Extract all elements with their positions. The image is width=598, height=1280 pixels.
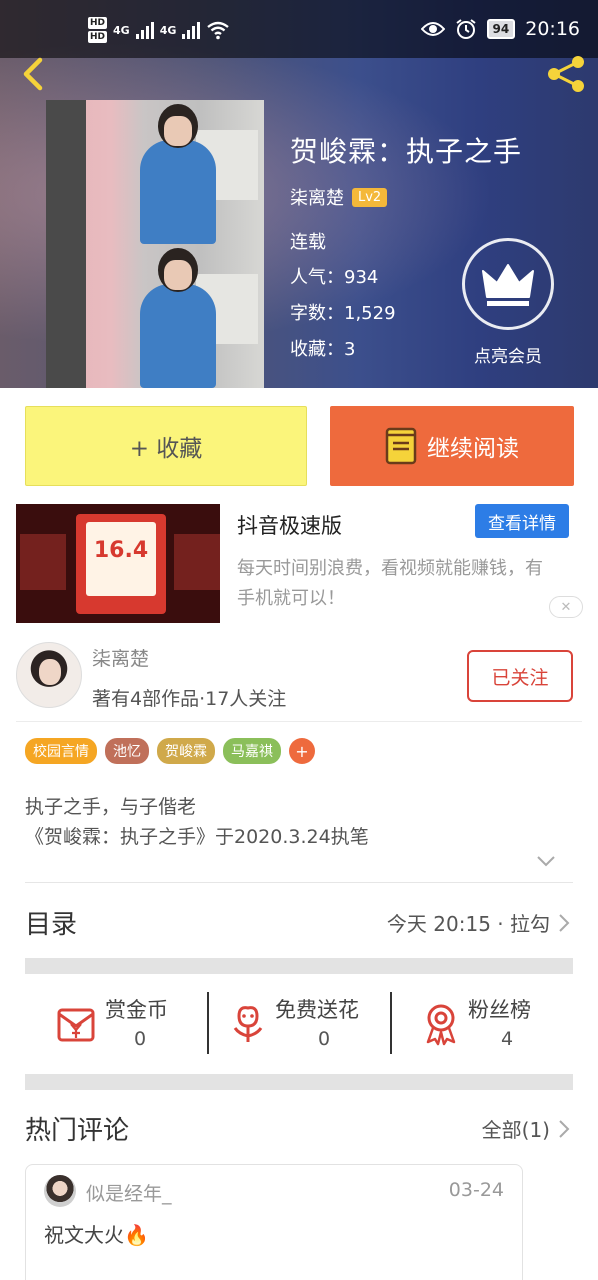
section-separator [25, 958, 573, 974]
alarm-icon [455, 19, 476, 39]
catalog-latest: 今天 20:15 · 拉勾 [386, 912, 550, 936]
book-description: 执子之手，与子偕老 《贺峻霖：执子之手》于2020.3.24执笔 [25, 792, 369, 852]
ad-image-amount: 16.4 [93, 538, 149, 563]
clock: 20:16 [525, 18, 580, 40]
book-author-line: 柒离楚 Lv2 [290, 184, 388, 210]
eye-icon [420, 22, 445, 36]
send-flowers-label: 免费送花 [275, 998, 359, 1022]
medal-icon [426, 1004, 456, 1046]
add-tag-button[interactable]: + [289, 738, 315, 764]
ad-title[interactable]: 抖音极速版 [237, 510, 342, 540]
continue-reading-button[interactable]: 继续阅读 [330, 406, 574, 486]
catalog-latest-link[interactable]: 今天 20:15 · 拉勾 [387, 908, 570, 937]
avatar[interactable] [16, 642, 82, 708]
flower-icon [233, 1006, 263, 1042]
status-right: 94 20:16 [420, 18, 580, 40]
network-indicators: HD HD 4G 4G [88, 16, 230, 44]
book-popularity: 人气：934 [290, 267, 379, 288]
book-author[interactable]: 柒离楚 [290, 184, 344, 210]
book-status: 连载 [290, 232, 326, 253]
wifi-icon [207, 21, 230, 40]
red-envelope-icon [57, 1008, 95, 1042]
hot-comments-title: 热门评论 [25, 1116, 130, 1146]
author-meta: 著有4部作品·17人关注 [92, 688, 287, 710]
reward-coins-value: 0 [133, 1028, 147, 1050]
add-favorite-button[interactable]: + 收藏 [25, 406, 307, 486]
net2-label: 4G [159, 23, 177, 37]
send-flowers-value: 0 [317, 1028, 331, 1050]
follow-button[interactable]: 已关注 [467, 650, 573, 702]
ad-close-button[interactable]: ✕ [549, 596, 583, 618]
comment-text: 祝文大火🔥 [44, 1223, 149, 1247]
vip-crown-button[interactable] [462, 238, 554, 330]
signal-icon-2 [182, 21, 201, 39]
author-level-badge: Lv2 [352, 187, 388, 207]
tag-chip[interactable]: 校园言情 [25, 738, 97, 764]
status-bar: HD HD 4G 4G 94 20:16 [0, 0, 598, 58]
reward-coins-button[interactable]: 赏金币 0 [25, 988, 207, 1054]
hd-indicator: HD HD [88, 16, 108, 44]
tag-chip[interactable]: 马嘉祺 [223, 738, 281, 764]
ad-details-button[interactable]: 查看详情 [475, 504, 569, 538]
chevron-right-icon [559, 913, 570, 932]
crown-icon [482, 264, 534, 306]
book-title: 贺峻霖：执子之手 [290, 135, 523, 168]
catalog-title[interactable]: 目录 [25, 904, 77, 941]
chevron-right-icon [559, 1119, 570, 1138]
send-flowers-button[interactable]: 免费送花 0 [209, 988, 391, 1054]
net1-label: 4G [113, 23, 130, 37]
tag-chip[interactable]: 池忆 [105, 738, 149, 764]
action-row: 赏金币 0 免费送花 0 粉丝榜 4 [25, 988, 573, 1054]
all-comments-link[interactable]: 全部(1) [482, 1114, 570, 1143]
back-chevron-icon[interactable] [18, 56, 48, 92]
hd1-label: HD [88, 17, 108, 29]
comment-card[interactable]: 似是经年_ 03-24 祝文大火🔥 [25, 1164, 523, 1280]
vip-label[interactable]: 点亮会员 [462, 342, 554, 367]
fan-rank-value: 4 [500, 1028, 514, 1050]
author-name[interactable]: 柒离楚 [92, 644, 149, 671]
all-comments-label: 全部(1) [481, 1118, 550, 1142]
comment-date: 03-24 [448, 1179, 504, 1201]
avatar[interactable] [44, 1175, 76, 1207]
fan-rank-label: 粉丝榜 [468, 998, 531, 1022]
book-word-count: 字数：1,529 [290, 303, 396, 324]
section-separator [25, 1074, 573, 1090]
reward-coins-label: 赏金币 [105, 998, 168, 1022]
description-line-2: 《贺峻霖：执子之手》于2020.3.24执笔 [25, 826, 369, 848]
tag-list: 校园言情 池忆 贺峻霖 马嘉祺 + [25, 738, 315, 764]
book-icon [385, 427, 417, 465]
book-header: HD HD 4G 4G 94 20:16 贺峻霖：执子之手 柒离楚 Lv2 连载… [0, 0, 598, 388]
book-detail-main: + 收藏 继续阅读 16.4 抖音极速版 查看详情 每天时间别浪费，看视频就能赚… [0, 388, 598, 1280]
cover-photo-top [46, 100, 264, 244]
hd2-label: HD [88, 31, 108, 43]
divider [25, 882, 573, 883]
fan-rank-button[interactable]: 粉丝榜 4 [392, 988, 574, 1054]
ad-description[interactable]: 每天时间别浪费，看视频就能赚钱，有手机就可以！ [237, 554, 547, 614]
ad-image[interactable]: 16.4 [16, 504, 220, 623]
continue-reading-label: 继续阅读 [427, 436, 519, 462]
description-line-1: 执子之手，与子偕老 [25, 796, 197, 818]
cover-photo-bottom [46, 244, 264, 388]
tag-chip[interactable]: 贺峻霖 [157, 738, 215, 764]
share-icon[interactable] [544, 54, 588, 94]
book-cover[interactable] [46, 100, 264, 388]
battery-level: 94 [486, 19, 516, 39]
author-card[interactable]: 柒离楚 著有4部作品·17人关注 已关注 [16, 640, 582, 722]
comment-user[interactable]: 似是经年_ [86, 1179, 172, 1206]
ad-banner[interactable]: 16.4 抖音极速版 查看详情 每天时间别浪费，看视频就能赚钱，有手机就可以！ … [16, 504, 584, 624]
book-favorites: 收藏：3 [290, 339, 356, 360]
expand-chevron-icon[interactable] [536, 854, 556, 868]
signal-icon [135, 21, 154, 39]
